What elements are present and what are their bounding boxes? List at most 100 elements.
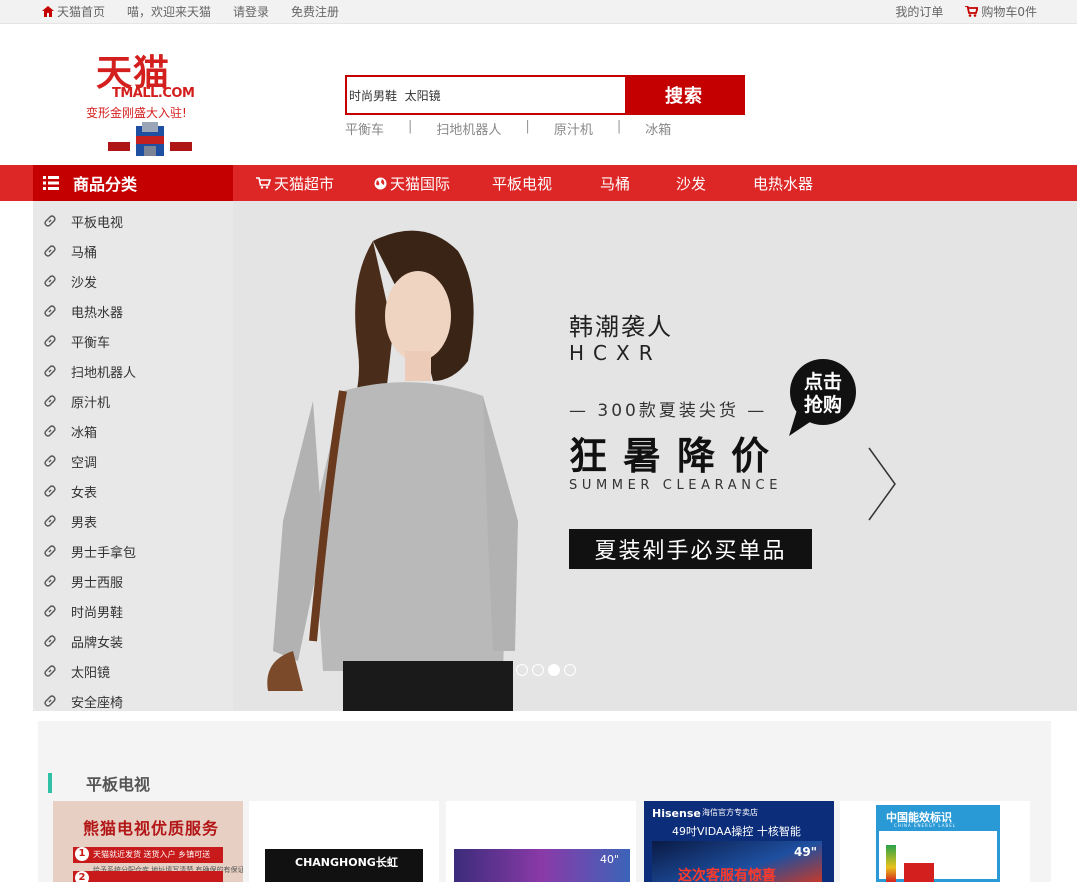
service-number: 1 [75,847,89,861]
carousel-dot[interactable] [532,664,544,676]
product-card[interactable]: 中国能效标识 CHINA ENERGY LABEL [840,801,1030,882]
sidebar-item[interactable]: 扫地机器人 [33,356,233,386]
link-icon [44,275,56,287]
list-icon [43,176,59,190]
nav-flat-tv[interactable]: 平板电视 [492,173,600,194]
sidebar-item[interactable]: 时尚男鞋 [33,596,233,626]
link-icon [44,605,56,617]
sidebar-item[interactable]: 女表 [33,476,233,506]
nav-water-heater[interactable]: 电热水器 [753,173,813,194]
banner-tagline: — 300款夏装尖货 — [569,401,768,421]
sidebar-item[interactable]: 马桶 [33,236,233,266]
link-icon [44,395,56,407]
model-image [267,230,518,711]
sidebar-item-label: 男表 [71,515,98,531]
carousel-dot[interactable] [516,664,528,676]
category-header[interactable]: 商品分类 [33,165,233,201]
energy-grade-block [904,863,934,882]
sidebar-item[interactable]: 品牌女装 [33,626,233,656]
link-icon [44,665,56,677]
sidebar-item[interactable]: 男表 [33,506,233,536]
my-orders-link[interactable]: 我的订单 [895,3,943,20]
hot-keyword[interactable]: 扫地机器人 [436,119,501,138]
hot-keyword[interactable]: 冰箱 [645,119,671,138]
bubble-line1: 点击 [803,371,842,393]
transformer-robot-icon [108,122,192,156]
floor-flat-tv: 平板电视 熊猫电视优质服务 1 天猫就近发货 送货入户 乡镇可送 给予系统分配仓… [38,721,1051,882]
nav-tmall-global[interactable]: 天猫国际 [374,173,492,194]
sidebar-item-label: 空调 [71,455,98,471]
service-row-bar [73,871,223,882]
product-card[interactable]: CHANGHONG长虹 [249,801,439,882]
service-number: 2 [75,871,89,882]
hot-separator: | [616,119,622,134]
sidebar-item[interactable]: 电热水器 [33,296,233,326]
sidebar-item[interactable]: 平衡车 [33,326,233,356]
hot-keyword[interactable]: 平衡车 [345,119,384,138]
banner-headline: 狂暑降价 [569,434,786,478]
carousel-dot[interactable] [564,664,576,676]
hero-banner[interactable]: 韩潮袭人 HCXR — 300款夏装尖货 — 狂暑降价 SUMMER CLEAR… [233,201,1077,711]
cart-label: 购物车0件 [981,5,1037,19]
chevron-right-icon[interactable] [865,446,899,522]
sidebar-item-label: 平衡车 [71,335,111,351]
link-icon [44,215,56,227]
product-card[interactable]: 熊猫电视优质服务 1 天猫就近发货 送货入户 乡镇可送 给予系统分配仓库 地址填… [53,801,243,882]
cart-icon [965,6,979,17]
product-card[interactable]: 40" [446,801,636,882]
nav-label: 天猫国际 [390,174,451,193]
sidebar-item-label: 冰箱 [71,425,98,441]
cart-link[interactable]: 购物车0件 [965,3,1037,20]
nav-toilet[interactable]: 马桶 [600,173,676,194]
sidebar-item-label: 男士手拿包 [71,545,137,561]
energy-label-en: CHINA ENERGY LABEL [894,823,956,828]
globe-icon [374,177,387,189]
service-row-text: 天猫就近发货 送货入户 乡镇可送 [93,850,211,859]
search-input[interactable] [347,77,625,113]
sidebar-item[interactable]: 冰箱 [33,416,233,446]
sidebar-item[interactable]: 空调 [33,446,233,476]
sidebar-item[interactable]: 男士手拿包 [33,536,233,566]
home-link[interactable]: 天猫首页 [42,3,105,20]
banner-cta-box[interactable]: 夏装剁手必买单品 [569,529,812,569]
nav-tmall-supermarket[interactable]: 天猫超市 [256,173,374,194]
hot-keywords: 平衡车 | 扫地机器人 | 原汁机 | 冰箱 [345,119,671,138]
energy-gradient [886,845,896,882]
link-icon [44,305,56,317]
tmall-logo[interactable]: 天猫 TMALL.COM 变形金刚盛大入驻! [80,44,198,156]
sidebar-item-label: 女表 [71,485,98,501]
link-icon [44,545,56,557]
login-link[interactable]: 请登录 [233,3,269,20]
home-icon [42,6,54,17]
sidebar-item[interactable]: 原汁机 [33,386,233,416]
hot-keyword[interactable]: 原汁机 [554,119,593,138]
sidebar-item-label: 原汁机 [71,395,111,411]
buy-now-bubble[interactable]: 点击 抢购 [789,371,857,417]
sidebar-item-label: 时尚男鞋 [71,605,124,621]
top-bar: 天猫首页 喵，欢迎来天猫 请登录 免费注册 我的订单 购物车0件 [0,0,1077,24]
store-name: 海信官方专卖店 [702,808,758,817]
link-icon [44,695,56,707]
search-button[interactable]: 搜索 [625,77,743,113]
carousel-dot-active[interactable] [548,664,560,676]
sidebar-item[interactable]: 男士西服 [33,566,233,596]
sidebar-item-label: 马桶 [71,245,98,261]
nav-sofa[interactable]: 沙发 [676,173,753,194]
tv-brand: CHANGHONG长虹 [295,856,398,869]
link-icon [44,365,56,377]
sidebar-item-label: 平板电视 [71,215,124,231]
link-icon [44,455,56,467]
banner-subheadline: SUMMER CLEARANCE [569,478,783,493]
product-card[interactable]: Hisense 海信官方专卖店 49吋VIDAA操控 十核智能 49" 这次客服… [644,801,834,882]
sidebar-item[interactable]: 平板电视 [33,206,233,236]
sidebar-item-label: 男士西服 [71,575,124,591]
carousel-dots [516,664,576,676]
sidebar-item[interactable]: 太阳镜 [33,656,233,686]
home-link-label: 天猫首页 [57,5,106,19]
sidebar-item[interactable]: 沙发 [33,266,233,296]
main-nav: 商品分类 天猫超市 天猫国际 平板电视 马桶 沙发 电热水器 [0,165,1077,201]
register-link[interactable]: 免费注册 [291,3,339,20]
sidebar-item[interactable]: 安全座椅 [33,686,233,716]
link-icon [44,515,56,527]
sidebar-item-label: 电热水器 [71,305,124,321]
